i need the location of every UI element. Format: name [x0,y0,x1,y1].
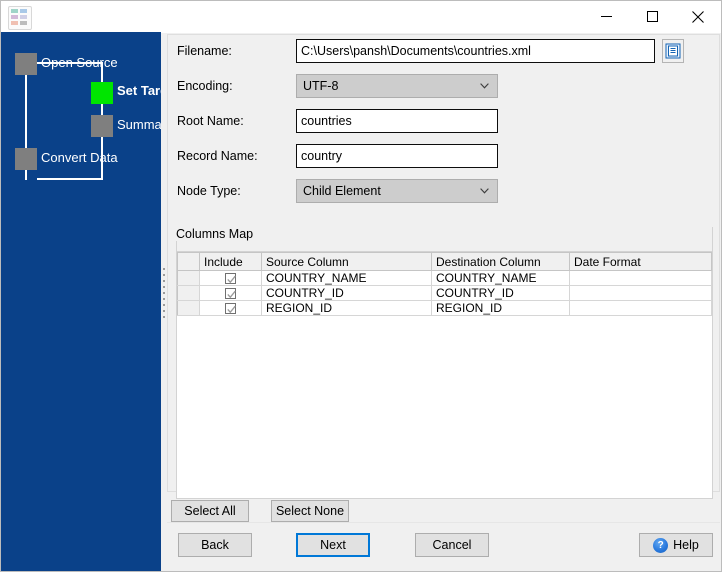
root-name-input[interactable] [296,109,498,133]
filename-input[interactable] [296,39,655,63]
cancel-button[interactable]: Cancel [415,533,489,557]
encoding-label: Encoding: [177,79,233,93]
wizard-sidebar: Open Source Set Target Summary Convert D… [1,32,161,571]
sidebar-item-convert-data[interactable]: Convert Data [15,146,118,172]
destination-column-cell[interactable]: COUNTRY_ID [431,285,570,301]
date-format-cell[interactable] [569,300,712,316]
destination-column-cell[interactable]: REGION_ID [431,300,570,316]
table-header-row: Include Source Column Destination Column… [177,252,712,271]
include-checkbox[interactable] [225,303,236,315]
close-button[interactable] [675,1,721,32]
help-icon: ? [653,537,669,553]
node-type-select[interactable]: Child Element [296,179,498,203]
check-icon [227,276,236,284]
table-row[interactable]: COUNTRY_NAME COUNTRY_NAME [177,270,712,286]
date-format-cell[interactable] [569,270,712,286]
sidebar-item-summary[interactable]: Summary [91,113,161,139]
step-marker-open-source [15,53,37,75]
columns-map-title: Columns Map [176,227,260,241]
include-checkbox[interactable] [225,288,236,300]
sidebar-item-label-open-source: Open Source [41,55,118,70]
close-icon [692,10,704,23]
next-button[interactable]: Next [296,533,370,557]
include-checkbox[interactable] [225,273,236,285]
source-column-cell[interactable]: COUNTRY_NAME [261,270,432,286]
row-marker[interactable] [177,300,200,316]
file-browse-icon [665,43,681,59]
help-button-label: Help [673,538,699,552]
footer-divider [167,522,720,523]
filename-browse-button[interactable] [662,39,684,63]
root-name-label: Root Name: [177,114,244,128]
columns-map-grid-container[interactable]: Include Source Column Destination Column… [176,251,713,499]
check-icon [227,291,236,299]
check-icon [227,306,236,314]
maximize-icon [646,11,658,22]
row-marker[interactable] [177,270,200,286]
chevron-down-icon [480,188,489,194]
step-marker-convert-data [15,148,37,170]
columns-map-table: Include Source Column Destination Column… [177,252,712,316]
include-cell[interactable] [199,300,262,316]
row-marker[interactable] [177,285,200,301]
step-marker-set-target [91,82,113,104]
encoding-select[interactable]: UTF-8 [296,74,498,98]
record-name-label: Record Name: [177,149,258,163]
date-format-cell[interactable] [569,285,712,301]
column-header-rowmarker[interactable] [177,252,200,271]
back-button[interactable]: Back [178,533,252,557]
sidebar-item-label-set-target: Set Target [117,83,161,98]
select-all-button[interactable]: Select All [171,500,249,522]
column-header-destination[interactable]: Destination Column [431,252,570,271]
select-none-button[interactable]: Select None [271,500,349,522]
sidebar-item-label-summary: Summary [117,117,161,132]
app-icon [8,6,32,30]
step-marker-summary [91,115,113,137]
title-bar [1,1,721,33]
column-header-include[interactable]: Include [199,252,262,271]
column-header-date-format[interactable]: Date Format [569,252,712,271]
include-cell[interactable] [199,285,262,301]
source-column-cell[interactable]: COUNTRY_ID [261,285,432,301]
include-cell[interactable] [199,270,262,286]
encoding-value: UTF-8 [303,79,339,93]
table-row[interactable]: COUNTRY_ID COUNTRY_ID [177,285,712,301]
table-row[interactable]: REGION_ID REGION_ID [177,300,712,316]
window-controls [583,1,721,32]
destination-column-cell[interactable]: COUNTRY_NAME [431,270,570,286]
sidebar-item-set-target[interactable]: Set Target [91,80,161,106]
filename-label: Filename: [177,44,232,58]
help-button[interactable]: ? Help [639,533,713,557]
record-name-input[interactable] [296,144,498,168]
sidebar-item-label-convert-data: Convert Data [41,150,118,165]
maximize-button[interactable] [629,1,675,32]
node-type-value: Child Element [303,184,381,198]
minimize-button[interactable] [583,1,629,32]
node-type-label: Node Type: [177,184,241,198]
chevron-down-icon [480,83,489,89]
sidebar-item-open-source[interactable]: Open Source [15,51,118,77]
connector-convert-data [37,178,103,180]
column-header-source[interactable]: Source Column [261,252,432,271]
source-column-cell[interactable]: REGION_ID [261,300,432,316]
minimize-icon [600,16,612,17]
wizard-window: Open Source Set Target Summary Convert D… [0,0,722,572]
